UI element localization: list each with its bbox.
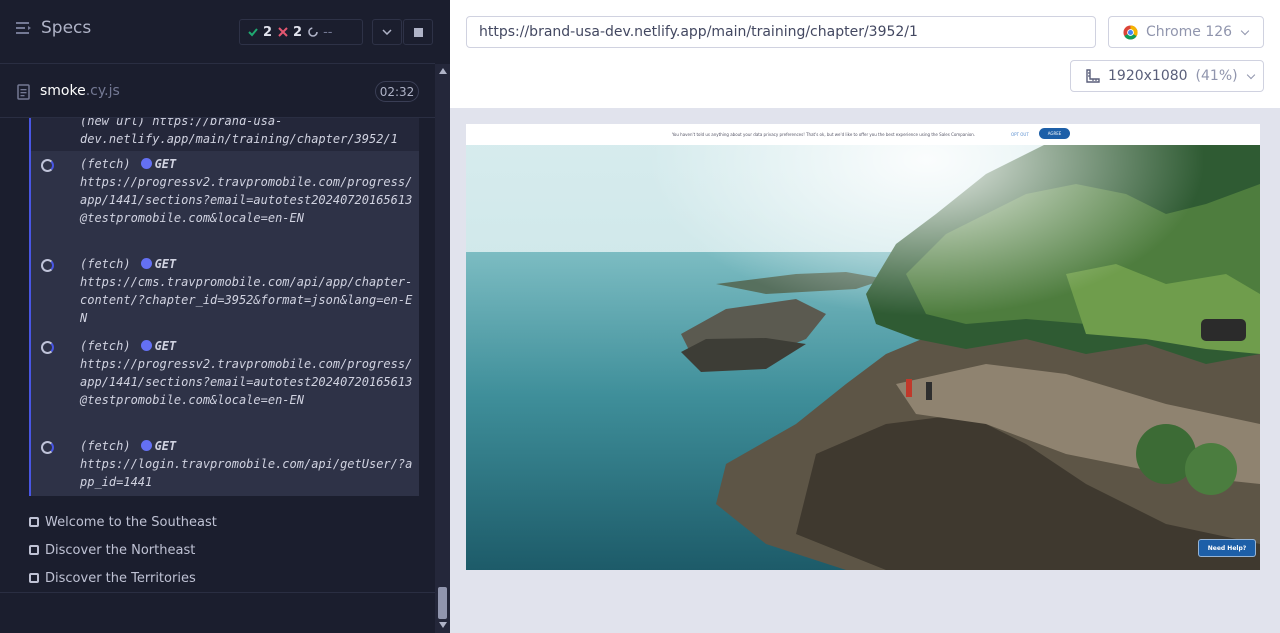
chevron-down-icon (1240, 26, 1250, 35)
menu-icon (16, 22, 31, 34)
test-title: Welcome to the Southeast (45, 514, 217, 530)
need-help-button[interactable]: Need Help? (1198, 539, 1256, 557)
spec-file-name: smoke.cy.js (40, 83, 120, 99)
command-body: (fetch) GET https://progressv2.travpromob… (80, 337, 418, 409)
scroll-down-icon[interactable] (439, 622, 447, 628)
failed-value: 2 (293, 24, 303, 40)
command-row-partial[interactable]: (new url) https://brand-usa-dev.netlify.… (31, 118, 419, 151)
command-type: (fetch) (80, 339, 131, 353)
document-icon (17, 84, 30, 100)
viewport-info[interactable]: 1920x1080 (41%) (1070, 60, 1264, 92)
command-body: (fetch) GET https://progressv2.travpromob… (80, 155, 418, 227)
test-status-icon (29, 573, 39, 583)
passed-value: 2 (263, 24, 273, 40)
specs-toggle[interactable]: Specs (16, 18, 91, 38)
request-dot-icon (140, 258, 152, 269)
test-item[interactable]: Discover the Territories (29, 567, 196, 589)
aut-header: https://brand-usa-dev.netlify.app/main/t… (450, 0, 1280, 108)
scroll-up-icon[interactable] (439, 68, 447, 74)
pending-value: -- (323, 24, 333, 40)
pending-count: -- (308, 25, 332, 40)
command-method: GET (154, 339, 177, 353)
agree-button[interactable]: AGREE (1039, 128, 1070, 139)
scrollbar-thumb[interactable] (438, 587, 447, 619)
reporter-header: Specs 2 2 -- (0, 0, 435, 64)
test-title: Discover the Northeast (45, 542, 196, 558)
aut-iframe[interactable]: You haven't told us anything about your … (466, 124, 1260, 570)
chevron-down-icon (382, 29, 392, 35)
request-dot-icon (140, 340, 152, 351)
command-method: GET (154, 439, 177, 453)
request-dot-icon (140, 440, 152, 451)
divider (0, 592, 435, 593)
spec-name: smoke (40, 83, 86, 99)
spec-duration: 02:32 (375, 81, 419, 102)
test-item[interactable]: Discover the Northeast (29, 539, 195, 561)
opt-out-link[interactable]: OPT OUT (1011, 132, 1029, 137)
scrollbar[interactable] (435, 64, 450, 633)
command-url: https://cms.travpromobile.com/api/app/ch… (80, 275, 413, 325)
request-dot-icon (140, 158, 152, 169)
failed-count: 2 (278, 25, 302, 40)
command-method: GET (154, 157, 177, 171)
cookie-banner: You haven't told us anything about your … (466, 124, 1260, 145)
app-under-test-panel: https://brand-usa-dev.netlify.app/main/t… (450, 0, 1280, 633)
command-log: (new url) https://brand-usa-dev.netlify.… (29, 118, 419, 496)
command-text: (new url) https://brand-usa-dev.netlify.… (80, 118, 398, 146)
check-icon (248, 28, 258, 37)
spinner-icon (41, 441, 54, 454)
browser-label: Chrome 126 (1146, 24, 1233, 40)
spec-ext: .cy.js (85, 83, 120, 99)
test-item[interactable]: Welcome to the Southeast (29, 511, 217, 533)
x-icon (278, 27, 288, 37)
stop-button[interactable] (403, 19, 433, 45)
command-url: https://login.travpromobile.com/api/getU… (80, 457, 413, 489)
browser-selector[interactable]: Chrome 126 (1108, 16, 1264, 48)
stop-icon (413, 27, 423, 37)
ruler-icon (1086, 68, 1100, 83)
spinner-icon (41, 159, 54, 172)
chrome-icon (1123, 24, 1138, 40)
test-status-icon (29, 545, 39, 555)
command-url: https://progressv2.travpromobile.com/pro… (80, 357, 413, 407)
command-url: https://progressv2.travpromobile.com/pro… (80, 175, 413, 225)
test-title: Discover the Territories (45, 570, 196, 586)
spec-file-header[interactable]: smoke.cy.js (0, 65, 435, 118)
viewport-zoom: (41%) (1195, 68, 1238, 84)
collapse-button[interactable] (372, 19, 402, 45)
test-stats: 2 2 -- (239, 19, 363, 45)
command-method: GET (154, 257, 177, 271)
hero-landscape-image (466, 124, 1260, 570)
specs-title: Specs (41, 18, 92, 38)
command-type: (fetch) (80, 157, 131, 171)
chevron-down-icon (1246, 70, 1255, 79)
command-body: (fetch) GET https://login.travpromobile.c… (80, 437, 418, 491)
command-type: (fetch) (80, 439, 131, 453)
viewport-size: 1920x1080 (1108, 68, 1188, 84)
command-type: (fetch) (80, 257, 131, 271)
cookie-message: You haven't told us anything about your … (672, 132, 976, 137)
spinner-icon (41, 341, 54, 354)
url-bar[interactable]: https://brand-usa-dev.netlify.app/main/t… (466, 16, 1096, 48)
spinner-icon (41, 259, 54, 272)
passed-count: 2 (248, 25, 272, 40)
test-status-icon (29, 517, 39, 527)
command-body: (fetch) GET https://cms.travpromobile.com… (80, 255, 418, 327)
reporter-panel: Specs 2 2 -- smoke.cy.js 02:32 (new url)… (0, 0, 450, 633)
pending-icon (308, 27, 318, 37)
